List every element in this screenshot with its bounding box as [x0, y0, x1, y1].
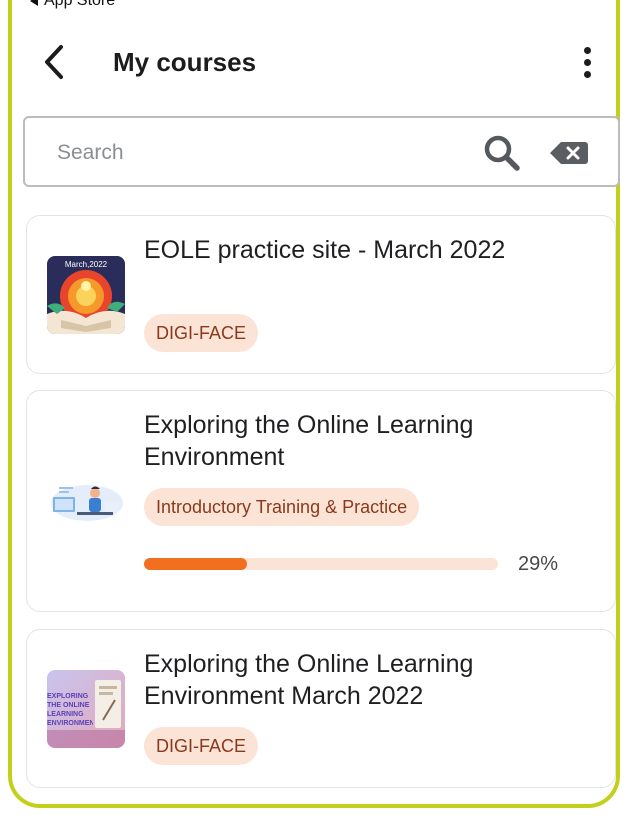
course-title: Exploring the Online Learning Environmen…	[144, 411, 474, 471]
app-header: My courses	[0, 30, 628, 94]
course-title: Exploring the Online Learning Environmen…	[144, 650, 474, 710]
more-dot-icon	[583, 58, 591, 66]
more-dot-icon	[583, 46, 591, 54]
course-thumbnail: March,2022	[47, 256, 125, 334]
more-options-button[interactable]	[570, 42, 604, 82]
course-category-badge: DIGI-FACE	[144, 727, 259, 765]
course-card[interactable]: Exploring the Online Learning Environmen…	[26, 390, 616, 612]
course-category-badge: Introductory Training & Practice	[144, 488, 420, 526]
status-back-label: App Store	[44, 0, 116, 9]
course-title: EOLE practice site - March 2022	[144, 236, 506, 264]
chevron-left-icon	[45, 45, 63, 79]
course-thumbnail: EXPLORING THE ONLINE LEARNING ENVIRONMEN…	[47, 670, 125, 748]
course-thumbnail	[47, 463, 125, 541]
search-input[interactable]	[55, 132, 459, 174]
status-back-link[interactable]: App Store	[30, 0, 115, 10]
back-button[interactable]	[36, 42, 72, 82]
search-bar	[23, 116, 620, 187]
course-progress-bar	[144, 558, 498, 570]
course-category-badge: DIGI-FACE	[144, 314, 259, 352]
search-button[interactable]	[480, 132, 524, 174]
thumbnail-caption: March,2022	[64, 260, 108, 269]
course-progress-label: 29%	[518, 553, 559, 575]
back-triangle-icon	[30, 0, 38, 6]
course-card[interactable]: March,2022 EOLE practice site - March 20…	[26, 215, 616, 374]
backspace-clear-icon	[550, 142, 588, 164]
thumbnail-caption: EXPLORING THE ONLINE LEARNING ENVIRONMEN…	[47, 693, 93, 727]
page-title: My courses	[113, 47, 257, 77]
course-card[interactable]: EXPLORING THE ONLINE LEARNING ENVIRONMEN…	[26, 629, 616, 788]
clear-search-button[interactable]	[545, 134, 593, 172]
course-progress-fill	[144, 558, 247, 570]
search-icon	[484, 135, 520, 171]
more-dot-icon	[583, 70, 591, 78]
